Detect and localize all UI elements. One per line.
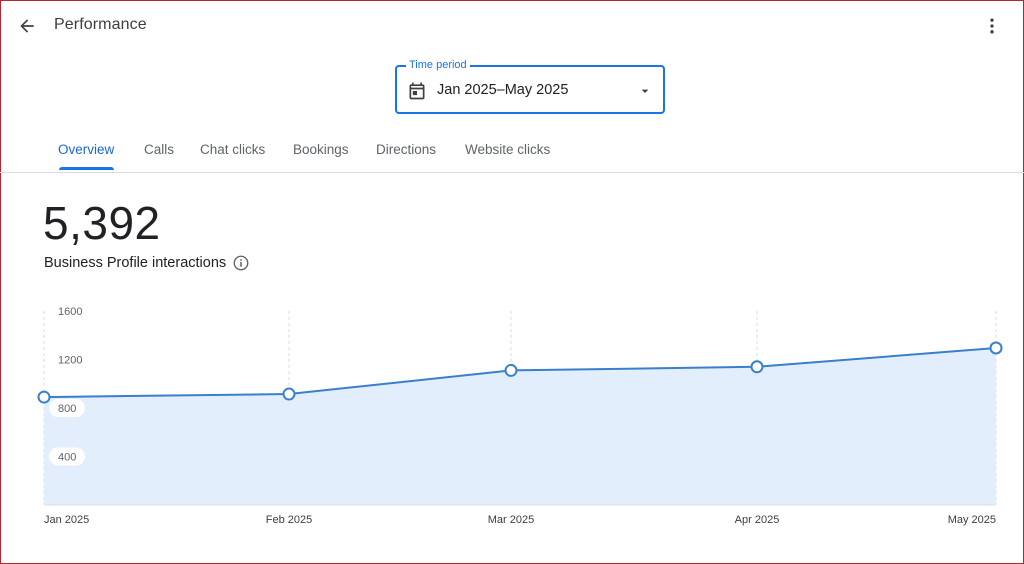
data-point-0: [37, 390, 51, 404]
back-button[interactable]: [12, 11, 42, 41]
info-icon[interactable]: [232, 254, 250, 272]
active-tab-indicator: [59, 167, 114, 170]
interactions-chart: 1600 1200 800 400 Jan 2025 Feb 2025 Mar 2025 Ap…: [37, 306, 1003, 526]
tab-bookings[interactable]: Bookings: [293, 142, 349, 157]
time-period-value: Jan 2025–May 2025: [437, 82, 569, 98]
xtick-label-0: Jan 2025: [44, 514, 89, 526]
time-period-label: Time period: [406, 58, 470, 72]
metric-label: Business Profile interactions: [44, 255, 227, 271]
arrow-back-icon: [20, 19, 34, 33]
ytick-label-3: 400: [58, 452, 76, 464]
tab-bar: Overview Calls Chat clicks Bookings Dire…: [0, 128, 1024, 173]
ytick-label-1: 1200: [58, 355, 82, 367]
more-vert-icon: [990, 18, 994, 34]
tab-overview[interactable]: Overview: [58, 142, 114, 157]
time-period-select[interactable]: Time period Jan 2025–May 2025: [395, 58, 665, 114]
tab-website-clicks[interactable]: Website clicks: [465, 142, 550, 157]
ytick-label-0: 1600: [58, 306, 82, 318]
data-point-2: [504, 363, 518, 377]
metric-value: 5,392: [43, 197, 161, 249]
data-point-1: [282, 387, 296, 401]
data-point-4: [989, 341, 1003, 355]
ytick-label-2: 800: [58, 403, 76, 415]
xtick-label-3: Apr 2025: [735, 514, 780, 526]
chart-area: [44, 347, 996, 505]
more-options-button[interactable]: [977, 11, 1007, 41]
xtick-label-1: Feb 2025: [266, 514, 312, 526]
arrow-drop-down-icon: [641, 89, 649, 93]
tab-calls[interactable]: Calls: [144, 142, 174, 157]
data-point-3: [750, 360, 764, 374]
tab-directions[interactable]: Directions: [376, 142, 436, 157]
page-title: Performance: [54, 16, 147, 33]
tab-chat-clicks[interactable]: Chat clicks: [200, 142, 265, 157]
calendar-icon: [409, 82, 425, 100]
xtick-label-4: May 2025: [948, 514, 996, 526]
xtick-label-2: Mar 2025: [488, 514, 534, 526]
header: Performance: [0, 0, 1024, 54]
